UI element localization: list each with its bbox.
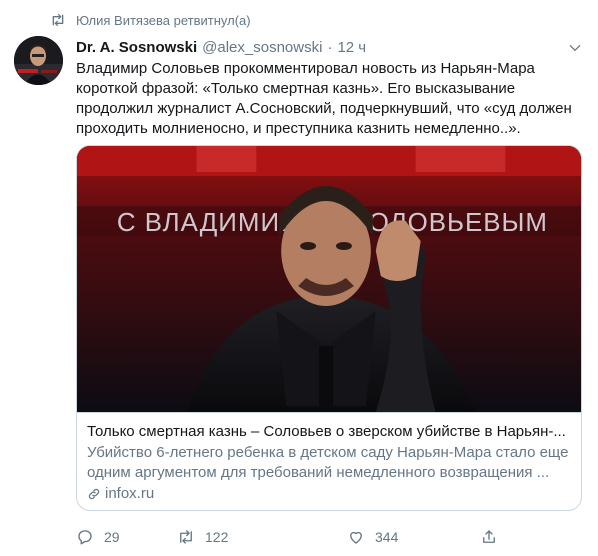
card-domain-text: infox.ru [105,485,155,502]
retweet-context[interactable]: Юлия Витязева ретвитнул(а) [50,10,251,30]
reply-button[interactable]: 29 [76,528,120,546]
chevron-down-icon [569,45,581,51]
retweet-count: 122 [205,529,229,545]
card-image: С ВЛАДИМИРОМ СОЛОВЬЕВЫМ [77,146,581,412]
like-button[interactable]: 344 [347,528,398,546]
avatar-image [14,36,63,85]
reply-icon [78,530,92,545]
retweet-button[interactable]: 122 [177,528,228,546]
like-count: 344 [375,529,399,545]
reply-count: 29 [104,529,120,545]
retweet-icon [180,530,192,544]
author-name[interactable]: Dr. A. Sosnowski [76,39,197,56]
card-domain: infox.ru [87,484,571,504]
link-icon [87,487,101,501]
separator-dot: · [327,38,333,56]
retweet-icon [50,12,66,28]
tweet-timestamp[interactable]: 12 ч [337,39,366,56]
card-title: Только смертная казнь – Соловьев о зверс… [87,423,566,440]
retweet-context-text: Юлия Витязева ретвитнул(а) [76,12,251,28]
card-description: Убийство 6-летнего ребенка в детском сад… [87,444,569,481]
more-options-button[interactable] [565,38,585,58]
tweet-actions: 29 122 344 [76,526,576,548]
heart-icon [350,531,362,544]
share-button[interactable] [480,528,508,546]
share-icon [483,530,495,543]
tweet-text: Владимир Соловьев прокомментировал новос… [76,60,572,137]
link-card[interactable]: С ВЛАДИМИРОМ СОЛОВЬЕВЫМ Только смертная … [76,145,582,511]
tweet-header: Dr. A. Sosnowski @alex_sosnowski · 12 ч [76,37,566,57]
author-handle[interactable]: @alex_sosnowski [202,39,322,56]
avatar[interactable] [14,36,63,85]
